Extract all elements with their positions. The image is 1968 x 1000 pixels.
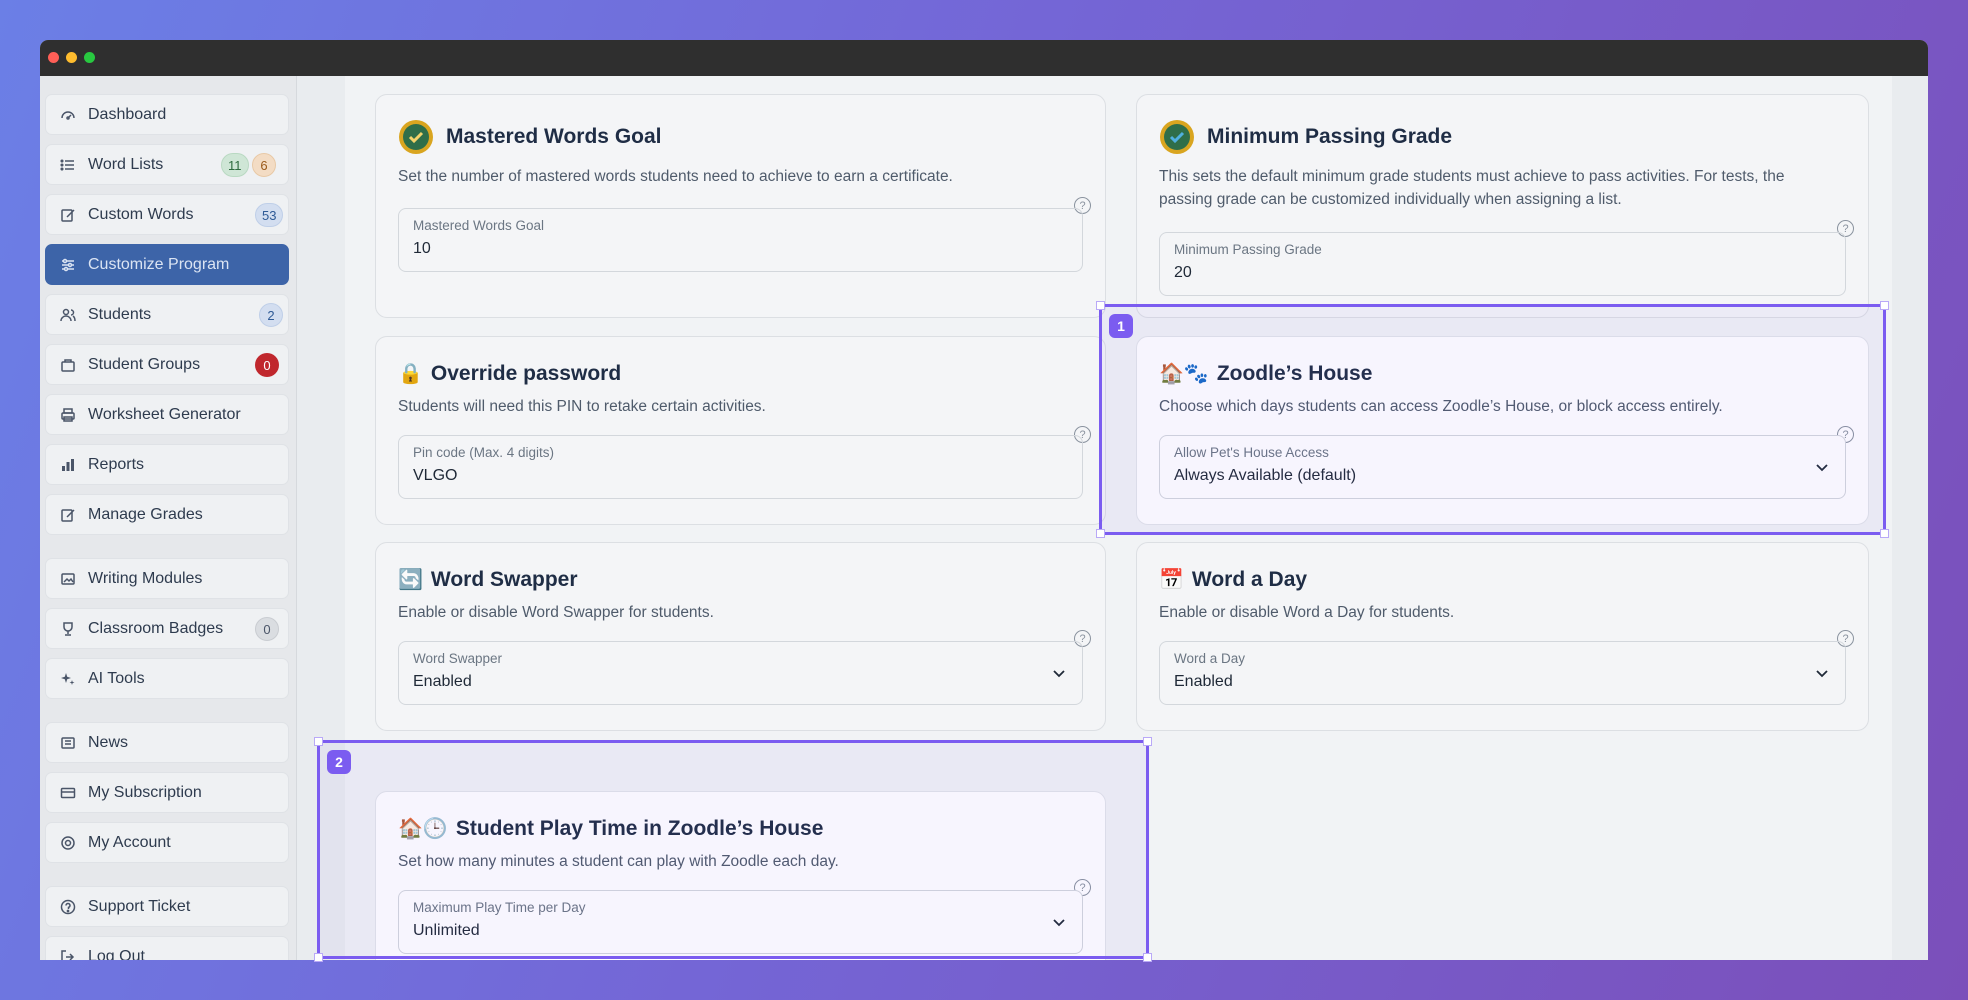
sparkle-icon bbox=[60, 671, 76, 687]
sidebar-item-word-lists[interactable]: Word Lists 11 6 bbox=[45, 144, 289, 185]
sliders-icon bbox=[60, 257, 76, 273]
highlight-number: 1 bbox=[1109, 314, 1133, 338]
sidebar-item-support-ticket[interactable]: Support Ticket bbox=[45, 886, 289, 927]
sidebar-item-label: Customize Program bbox=[88, 255, 230, 273]
sidebar-item-label: Student Groups bbox=[88, 355, 201, 373]
sidebar-item-my-subscription[interactable]: My Subscription bbox=[45, 772, 289, 813]
word-lists-pending-badge: 6 bbox=[252, 153, 276, 177]
chevron-down-icon bbox=[1816, 670, 1828, 678]
sidebar-item-label: Writing Modules bbox=[88, 569, 203, 587]
trophy-icon bbox=[60, 621, 76, 637]
edit-icon bbox=[60, 207, 76, 223]
mastered-words-goal-card: Mastered Words Goal Set the number of ma… bbox=[375, 94, 1106, 318]
sidebar-item-label: Worksheet Generator bbox=[88, 405, 241, 423]
sidebar-item-my-account[interactable]: My Account bbox=[45, 822, 289, 863]
sidebar-item-manage-grades[interactable]: Manage Grades bbox=[45, 494, 289, 535]
sidebar-item-label: Students bbox=[88, 305, 152, 323]
minimize-window-button[interactable] bbox=[66, 52, 77, 63]
groups-icon bbox=[60, 357, 76, 373]
card-description: Set the number of mastered words student… bbox=[398, 168, 953, 185]
sidebar-item-label: My Subscription bbox=[88, 783, 202, 801]
card-description: Students will need this PIN to retake ce… bbox=[398, 398, 766, 415]
sidebar-item-ai-tools[interactable]: AI Tools bbox=[45, 658, 289, 699]
sidebar: Dashboard Word Lists 11 6 Custom Words 5… bbox=[40, 76, 297, 960]
sidebar-item-label: News bbox=[88, 733, 129, 751]
users-icon bbox=[60, 307, 76, 323]
word-swapper-card: 🔄 Word Swapper Enable or disable Word Sw… bbox=[375, 542, 1106, 731]
word-lists-count-badge: 11 bbox=[221, 153, 249, 177]
sidebar-item-reports[interactable]: Reports bbox=[45, 444, 289, 485]
sidebar-item-dashboard[interactable]: Dashboard bbox=[45, 94, 289, 135]
sidebar-item-label: Custom Words bbox=[88, 205, 194, 223]
swap-icon: 🔄 bbox=[398, 569, 423, 591]
card-description: Enable or disable Word a Day for student… bbox=[1159, 604, 1455, 621]
students-count-badge: 2 bbox=[259, 303, 283, 327]
sidebar-item-log-out[interactable]: Log Out bbox=[45, 936, 289, 960]
card-title: 🔒 Override password bbox=[398, 361, 622, 386]
sidebar-item-label: AI Tools bbox=[88, 669, 145, 687]
minimum-passing-grade-card: Minimum Passing Grade This sets the defa… bbox=[1136, 94, 1869, 318]
sidebar-item-custom-words[interactable]: Custom Words 53 bbox=[45, 194, 289, 235]
close-window-button[interactable] bbox=[48, 52, 59, 63]
sidebar-item-label: My Account bbox=[88, 833, 171, 851]
sidebar-item-news[interactable]: News bbox=[45, 722, 289, 763]
title-bar bbox=[40, 40, 1928, 76]
sidebar-item-worksheet-generator[interactable]: Worksheet Generator bbox=[45, 394, 289, 435]
card-title: 📅 Word a Day bbox=[1159, 567, 1308, 592]
minimum-passing-grade-input[interactable]: Minimum Passing Grade 20 bbox=[1159, 232, 1846, 296]
sidebar-item-label: Reports bbox=[88, 455, 145, 473]
edit-icon bbox=[60, 507, 76, 523]
highlight-box-2: 2 bbox=[314, 737, 1152, 962]
medal-icon bbox=[398, 119, 434, 155]
highlight-number: 2 bbox=[327, 750, 351, 774]
card-description: This sets the default minimum grade stud… bbox=[1159, 168, 1785, 208]
newspaper-icon bbox=[60, 735, 76, 751]
sidebar-item-label: Support Ticket bbox=[88, 897, 191, 915]
help-circle-icon bbox=[60, 899, 76, 915]
sidebar-item-label: Dashboard bbox=[88, 105, 167, 123]
maximize-window-button[interactable] bbox=[84, 52, 95, 63]
sidebar-item-label: Classroom Badges bbox=[88, 619, 224, 637]
chevron-down-icon bbox=[1053, 670, 1065, 678]
bar-chart-icon bbox=[60, 457, 76, 473]
sidebar-item-writing-modules[interactable]: Writing Modules bbox=[45, 558, 289, 599]
gear-icon bbox=[60, 835, 76, 851]
card-title: Mastered Words Goal bbox=[398, 119, 662, 155]
card-description: Enable or disable Word Swapper for stude… bbox=[398, 604, 714, 621]
mastered-words-goal-input[interactable]: Mastered Words Goal 10 bbox=[398, 208, 1083, 272]
sidebar-item-customize-program[interactable]: Customize Program bbox=[45, 244, 289, 285]
printer-icon bbox=[60, 407, 76, 423]
sidebar-item-label: Log Out bbox=[88, 947, 145, 961]
word-swapper-select[interactable]: Word Swapper Enabled bbox=[398, 641, 1083, 705]
word-a-day-card: 📅 Word a Day Enable or disable Word a Da… bbox=[1136, 542, 1869, 731]
sidebar-item-label: Manage Grades bbox=[88, 505, 203, 523]
sidebar-item-student-groups[interactable]: Student Groups 0 bbox=[45, 344, 289, 385]
custom-words-count-badge: 53 bbox=[255, 203, 284, 227]
credit-card-icon bbox=[60, 785, 76, 801]
list-icon bbox=[60, 157, 76, 173]
lock-icon: 🔒 bbox=[398, 363, 423, 385]
logout-icon bbox=[60, 949, 76, 960]
card-title: Minimum Passing Grade bbox=[1159, 119, 1452, 155]
sidebar-item-students[interactable]: Students 2 bbox=[45, 294, 289, 335]
dashboard-icon bbox=[60, 107, 76, 123]
medal-icon bbox=[1159, 119, 1195, 155]
student-groups-count-badge: 0 bbox=[255, 353, 279, 377]
pin-code-input[interactable]: Pin code (Max. 4 digits) VLGO bbox=[398, 435, 1083, 499]
highlight-box-1: 1 bbox=[1096, 301, 1889, 538]
classroom-badges-count-badge: 0 bbox=[255, 617, 279, 641]
sidebar-item-label: Word Lists bbox=[88, 155, 164, 173]
image-icon bbox=[60, 571, 76, 587]
word-a-day-select[interactable]: Word a Day Enabled bbox=[1159, 641, 1846, 705]
override-password-card: 🔒 Override password Students will need t… bbox=[375, 336, 1106, 525]
card-title: 🔄 Word Swapper bbox=[398, 567, 578, 592]
calendar-icon: 📅 bbox=[1159, 569, 1184, 591]
sidebar-item-classroom-badges[interactable]: Classroom Badges 0 bbox=[45, 608, 289, 649]
